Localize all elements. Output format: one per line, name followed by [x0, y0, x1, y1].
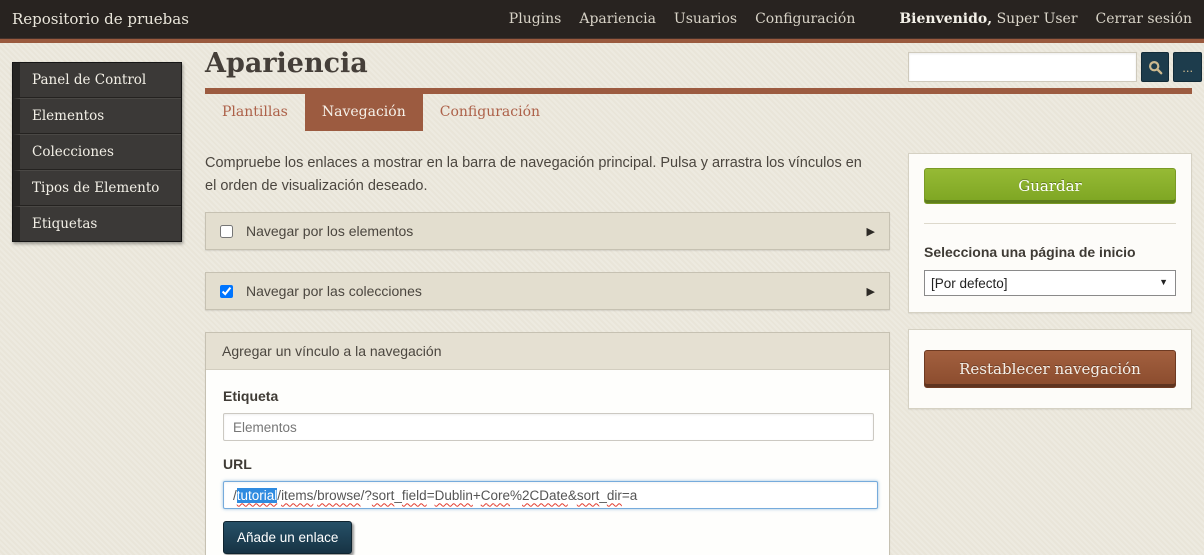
tab-plantillas[interactable]: Plantillas [205, 94, 305, 131]
add-link-form: Etiqueta URL /tutorial/items/browse/?sor… [206, 370, 889, 555]
sidebar-item-panel-de-control[interactable]: Panel de Control [13, 63, 181, 98]
url-label: URL [223, 456, 872, 472]
drawer-navegar-elementos[interactable]: Navegar por los elementos ▶ [205, 212, 890, 250]
right-sidebar: Guardar Selecciona una página de inicio … [908, 153, 1192, 425]
chevron-right-icon[interactable]: ▶ [867, 225, 875, 238]
site-title[interactable]: Repositorio de pruebas [12, 10, 189, 28]
navigation-description: Compruebe los enlaces a mostrar en la ba… [205, 152, 875, 198]
sidebar-item-elementos[interactable]: Elementos [13, 98, 181, 134]
search-input[interactable] [908, 52, 1137, 82]
page-title: Apariencia [205, 48, 368, 79]
add-link-panel-title: Agregar un vínculo a la navegación [206, 333, 889, 370]
checkbox-navegar-elementos[interactable] [220, 225, 233, 238]
save-button[interactable]: Guardar [924, 168, 1176, 204]
save-panel: Guardar Selecciona una página de inicio … [908, 153, 1192, 313]
search-button[interactable] [1141, 52, 1170, 82]
etiqueta-label: Etiqueta [223, 388, 872, 404]
ellipsis-icon: ... [1182, 61, 1193, 74]
header-accent-line [0, 38, 1204, 43]
top-nav: Plugins Apariencia Usuarios Configuració… [509, 11, 1192, 27]
search-bar: ... [908, 52, 1202, 82]
top-nav-configuracion[interactable]: Configuración [755, 11, 855, 27]
chevron-right-icon[interactable]: ▶ [867, 285, 875, 298]
checkbox-navegar-colecciones[interactable] [220, 285, 233, 298]
sidebar-item-etiquetas[interactable]: Etiquetas [13, 206, 181, 241]
logout-link[interactable]: Cerrar sesión [1096, 11, 1192, 27]
top-nav-apariencia[interactable]: Apariencia [579, 11, 656, 27]
advanced-search-button[interactable]: ... [1173, 52, 1202, 82]
panel-divider [924, 223, 1176, 224]
tab-navegacion[interactable]: Navegación [305, 88, 423, 131]
reset-panel: Restablecer navegación [908, 329, 1192, 409]
welcome-text: Bienvenido, Super User [899, 11, 1077, 27]
url-input[interactable]: /tutorial/items/browse/?sort_field=Dubli… [223, 481, 878, 509]
top-nav-usuarios[interactable]: Usuarios [674, 11, 737, 27]
top-nav-plugins[interactable]: Plugins [509, 11, 562, 27]
homepage-select-wrap: [Por defecto] ▼ [924, 270, 1176, 296]
homepage-select-label: Selecciona una página de inicio [924, 244, 1176, 260]
drawer-label: Navegar por las colecciones [246, 283, 422, 299]
appearance-tabs: Plantillas Navegación Configuración [205, 94, 557, 131]
top-admin-bar: Repositorio de pruebas Plugins Aparienci… [0, 0, 1204, 38]
drawer-navegar-colecciones[interactable]: Navegar por las colecciones ▶ [205, 272, 890, 310]
navigation-settings-main: Compruebe los enlaces a mostrar en la ba… [205, 152, 890, 555]
etiqueta-input[interactable] [223, 413, 874, 441]
add-link-button[interactable]: Añade un enlace [223, 521, 352, 554]
tab-configuracion[interactable]: Configuración [423, 94, 557, 131]
reset-navigation-button[interactable]: Restablecer navegación [924, 350, 1176, 388]
magnifier-icon [1148, 60, 1163, 75]
sidebar-item-colecciones[interactable]: Colecciones [13, 134, 181, 170]
homepage-select[interactable]: [Por defecto] [924, 270, 1176, 296]
admin-sidebar: Panel de Control Elementos Colecciones T… [12, 62, 182, 242]
drawer-label: Navegar por los elementos [246, 223, 413, 239]
add-link-panel: Agregar un vínculo a la navegación Etiqu… [205, 332, 890, 555]
sidebar-item-tipos-de-elemento[interactable]: Tipos de Elemento [13, 170, 181, 206]
url-selected-text: tutorial [237, 488, 278, 503]
